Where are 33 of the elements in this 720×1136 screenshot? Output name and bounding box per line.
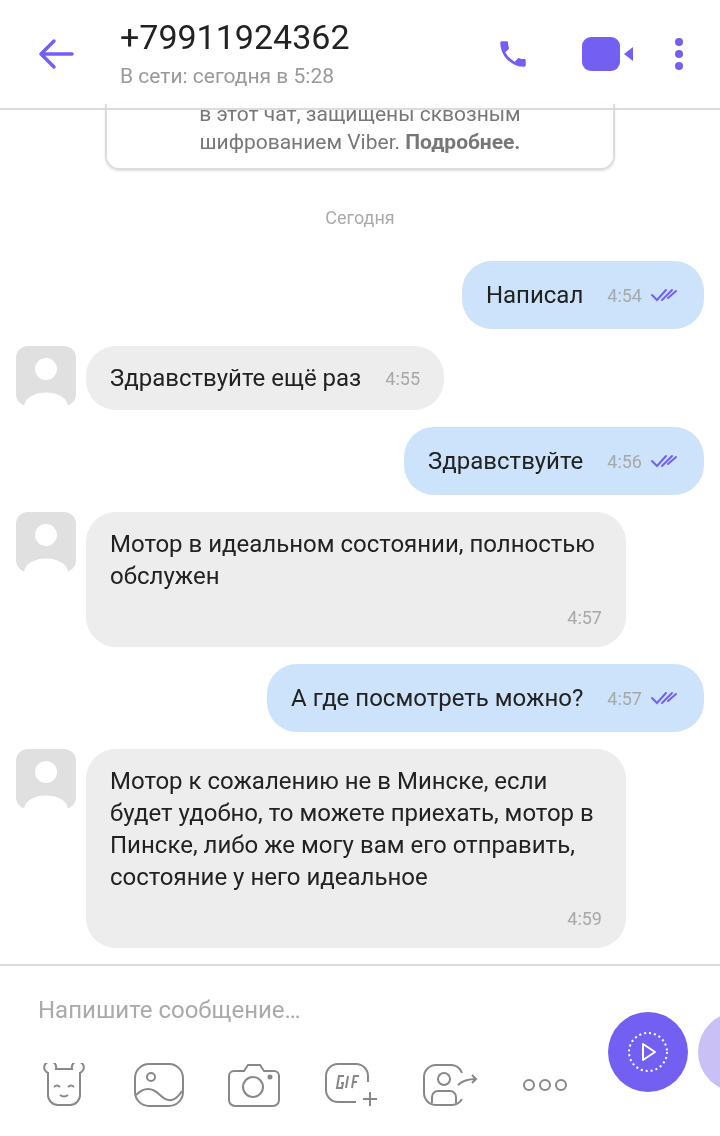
gallery-icon[interactable] (134, 1063, 184, 1107)
encryption-notice-text: в этот чат, защищены сквозным (199, 104, 521, 128)
avatar-icon (16, 512, 76, 572)
message-text: А где посмотреть можно? (291, 683, 584, 714)
message-time: 4:57 (607, 686, 642, 711)
message-time: 4:55 (385, 366, 421, 391)
gif-icon[interactable] (324, 1062, 378, 1108)
avatar-icon (16, 346, 76, 406)
message-text: Мотор в идеальном состоянии, полностью обслужен (110, 529, 596, 592)
message-input-field[interactable]: Напишите сообщение… (38, 992, 578, 1028)
message-time: 4:59 (567, 907, 602, 931)
back-arrow-icon[interactable] (38, 38, 74, 70)
date-divider: Сегодня (325, 206, 395, 230)
more-options-icon[interactable] (674, 37, 684, 71)
avatar-icon (16, 749, 76, 809)
online-status: В сети: сегодня в 5:28 (120, 63, 336, 90)
message-text: Написал (485, 280, 584, 311)
camera-icon[interactable] (228, 1063, 280, 1107)
message-text: Здравствуйте (428, 446, 584, 477)
contact-title: +79911924362 (120, 17, 350, 57)
message-text: Мотор к сожалению не в Минске, если будет удобно, то можете приехать, мотор в Пинске, либо же могу вам его отправить, состояние у него идеальное (110, 766, 595, 893)
message-time: 4:54 (607, 283, 642, 308)
more-icon[interactable] (522, 1078, 568, 1092)
double-check-icon (650, 287, 680, 303)
video-camera-icon[interactable] (582, 37, 634, 71)
message-text: Здравствуйте ещё раз (110, 363, 362, 394)
encryption-notice-text: шифрованием Viber. Подробнее. (199, 129, 521, 156)
double-check-icon (650, 453, 680, 469)
play-icon (626, 1030, 670, 1074)
message-time: 4:56 (607, 449, 642, 474)
double-check-icon (650, 690, 680, 706)
share-contact-icon[interactable] (422, 1063, 478, 1107)
message-time: 4:57 (567, 606, 602, 630)
